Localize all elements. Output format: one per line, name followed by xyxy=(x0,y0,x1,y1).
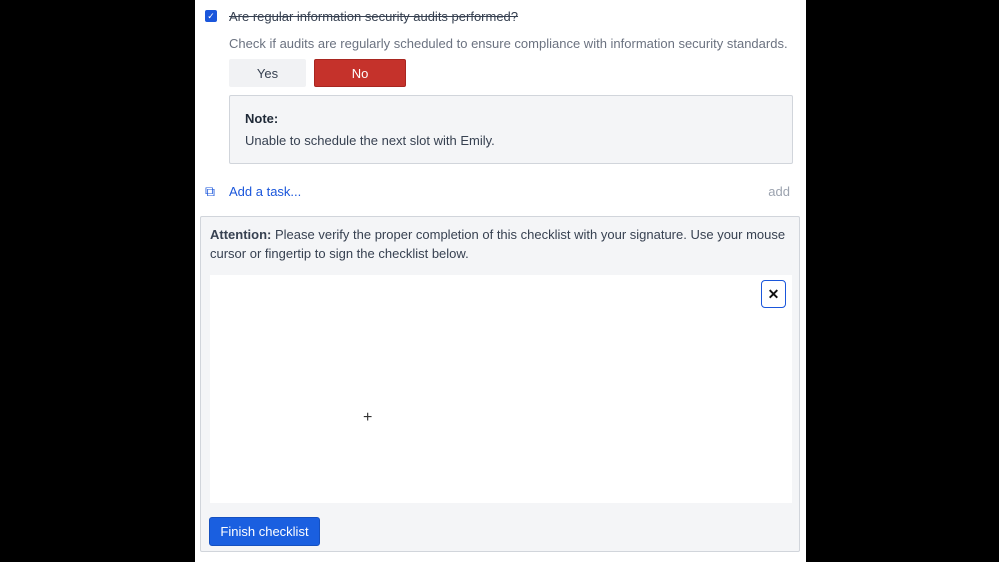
no-button[interactable]: No xyxy=(314,59,406,87)
question-title: Are regular information security audits … xyxy=(229,9,519,24)
finish-checklist-button[interactable]: Finish checklist xyxy=(209,517,320,546)
note-text: Unable to schedule the next slot with Em… xyxy=(245,133,495,148)
question-description: Check if audits are regularly scheduled … xyxy=(229,36,788,51)
attention-text: Attention: Please verify the proper comp… xyxy=(210,225,790,263)
attention-message: Please verify the proper completion of t… xyxy=(210,227,786,261)
add-task-input[interactable]: Add a task... xyxy=(229,184,301,199)
signature-section: Attention: Please verify the proper comp… xyxy=(200,216,800,552)
crosshair-cursor-icon: + xyxy=(363,409,373,426)
add-task-button[interactable]: add xyxy=(768,184,790,199)
clear-signature-button[interactable]: ✕ xyxy=(761,280,786,308)
add-task-icon[interactable]: ⧉ xyxy=(205,183,215,200)
attention-label: Attention: xyxy=(210,227,272,242)
yes-button[interactable]: Yes xyxy=(229,59,306,87)
question-checkbox[interactable]: ✓ xyxy=(205,10,217,22)
checklist-panel: ✓ Are regular information security audit… xyxy=(195,0,806,562)
signature-pad[interactable]: ✕ + xyxy=(210,275,792,503)
note-label: Note: xyxy=(245,111,279,126)
note-box: Note: Unable to schedule the next slot w… xyxy=(229,95,793,164)
